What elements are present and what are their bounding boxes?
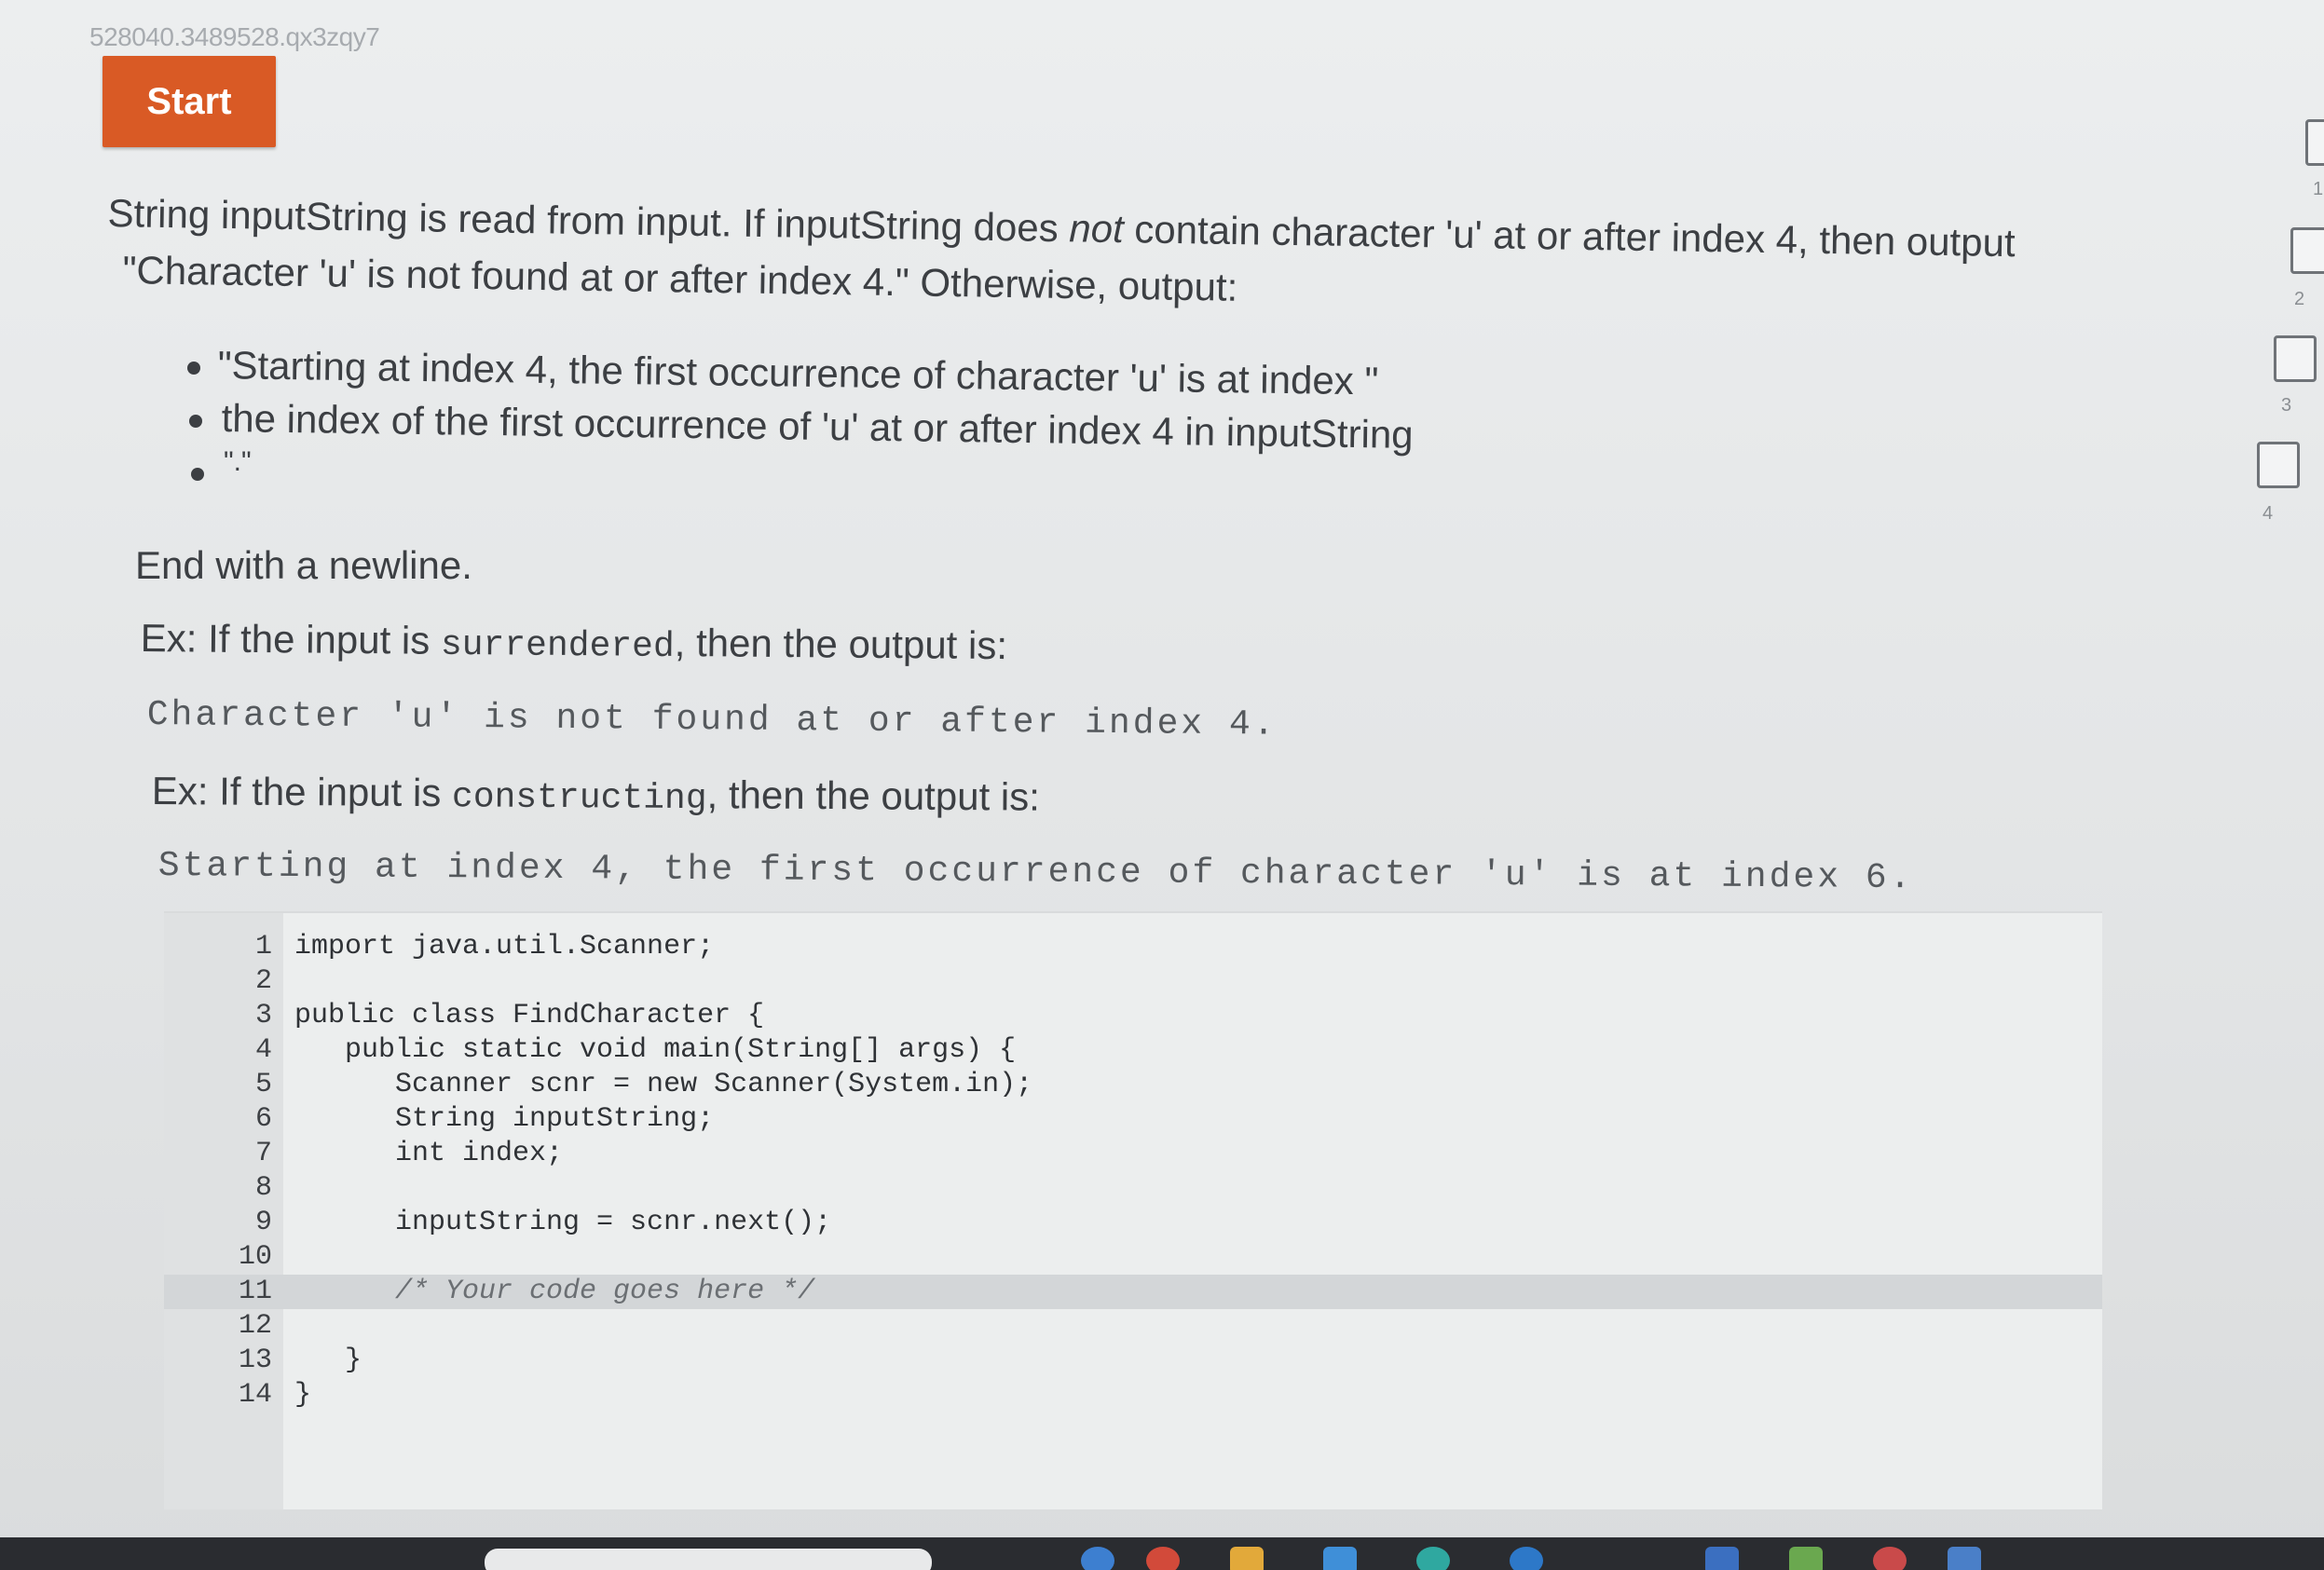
example-input: surrendered: [440, 624, 675, 667]
progress-level-box[interactable]: [2257, 442, 2300, 488]
line-number: 12: [238, 1310, 272, 1342]
line-code-comment[interactable]: /* Your code goes here */: [294, 1275, 814, 1309]
line-number: 9: [254, 1207, 272, 1238]
line-number: 6: [254, 1103, 272, 1135]
code-line[interactable]: 14 }: [164, 1378, 2102, 1413]
line-code[interactable]: inputString = scnr.next();: [294, 1206, 831, 1240]
example-text: , then the output is:: [706, 772, 1041, 819]
line-number: 2: [254, 965, 272, 997]
mail-icon[interactable]: [1081, 1547, 1114, 1570]
app-icon[interactable]: [1789, 1547, 1823, 1570]
line-code[interactable]: public class FindCharacter {: [294, 999, 764, 1033]
bullet-item: ".": [224, 446, 252, 477]
example-input: constructing: [451, 777, 707, 820]
prompt-text: String inputString is read from input. I…: [107, 190, 1070, 251]
progress-level-number: 1: [2313, 179, 2324, 199]
code-line[interactable]: 9 inputString = scnr.next();: [164, 1206, 2102, 1240]
code-line[interactable]: 13 }: [164, 1344, 2102, 1378]
line-number: 11: [238, 1276, 272, 1307]
app-icon[interactable]: [1146, 1547, 1180, 1570]
line-code[interactable]: Scanner scnr = new Scanner(System.in);: [294, 1068, 1032, 1102]
app-icon[interactable]: [1705, 1547, 1739, 1570]
code-line[interactable]: 12: [164, 1309, 2102, 1344]
line-code[interactable]: public static void main(String[] args) {: [294, 1033, 1016, 1068]
line-number: 10: [238, 1241, 272, 1273]
code-line[interactable]: 1 import java.util.Scanner;: [164, 930, 2102, 964]
start-button[interactable]: Start: [103, 56, 276, 147]
progress-level-number: 2: [2294, 289, 2305, 309]
code-line[interactable]: 2: [164, 964, 2102, 999]
progress-level-box[interactable]: [2305, 119, 2324, 166]
chrome-icon[interactable]: [1873, 1547, 1907, 1570]
end-note: End with a newline.: [135, 543, 472, 587]
calendar-icon[interactable]: [1948, 1547, 1981, 1570]
browser-icon[interactable]: [1510, 1547, 1543, 1570]
edge-icon[interactable]: [1416, 1547, 1450, 1570]
code-line[interactable]: 7 int index;: [164, 1137, 2102, 1171]
line-number: 14: [238, 1379, 272, 1411]
code-line[interactable]: 8: [164, 1171, 2102, 1206]
example-1-output: Character 'u' is not found at or after i…: [146, 695, 1278, 745]
line-code[interactable]: }: [294, 1344, 362, 1378]
progress-level-number: 3: [2281, 395, 2292, 416]
progress-level-number: 4: [2262, 503, 2274, 524]
prompt-text: contain character 'u' at or after index …: [1123, 207, 2016, 266]
prompt-emphasis: not: [1068, 206, 1125, 252]
example-1-description: Ex: If the input is surrendered, then th…: [141, 615, 1008, 672]
zybooks-challenge-page: 528040.3489528.qx3zqy7 Start String inpu…: [0, 0, 2324, 1570]
line-code[interactable]: }: [294, 1378, 311, 1413]
code-line[interactable]: 4 public static void main(String[] args)…: [164, 1033, 2102, 1068]
bullet-marker: [189, 415, 202, 428]
example-text: , then the output is:: [674, 621, 1008, 668]
prompt-line-2: "Character 'u' is not found at or after …: [122, 247, 1238, 309]
line-number: 1: [254, 931, 272, 962]
line-code[interactable]: String inputString;: [294, 1102, 714, 1137]
line-number: 4: [254, 1034, 272, 1066]
line-code[interactable]: import java.util.Scanner;: [294, 930, 714, 964]
line-number: 3: [254, 1000, 272, 1031]
code-editor[interactable]: 1 import java.util.Scanner; 2 3 public c…: [164, 911, 2102, 1509]
progress-level-box[interactable]: [2290, 227, 2324, 274]
code-line[interactable]: 10: [164, 1240, 2102, 1275]
example-text: Ex: If the input is: [151, 769, 453, 815]
line-number: 5: [254, 1069, 272, 1100]
progress-level-box[interactable]: [2274, 335, 2317, 382]
bullet-item: "Starting at index 4, the first occurren…: [217, 342, 1379, 403]
code-line[interactable]: 3 public class FindCharacter {: [164, 999, 2102, 1033]
taskbar-search-box[interactable]: [485, 1549, 932, 1570]
line-code[interactable]: int index;: [294, 1137, 563, 1171]
example-2-description: Ex: If the input is constructing, then t…: [152, 768, 1040, 823]
folder-icon[interactable]: [1230, 1547, 1264, 1570]
store-icon[interactable]: [1323, 1547, 1357, 1570]
code-line[interactable]: 5 Scanner scnr = new Scanner(System.in);: [164, 1068, 2102, 1102]
example-2-output: Starting at index 4, the first occurrenc…: [157, 846, 1914, 899]
line-number: 7: [254, 1138, 272, 1169]
bullet-item: the index of the first occurrence of 'u'…: [221, 395, 1414, 457]
code-line[interactable]: 6 String inputString;: [164, 1102, 2102, 1137]
example-text: Ex: If the input is: [140, 615, 442, 662]
bullet-marker: [191, 468, 204, 481]
bullet-marker: [187, 362, 200, 375]
line-number: 13: [238, 1345, 272, 1376]
code-line-active[interactable]: 11 /* Your code goes here */: [164, 1275, 2102, 1309]
line-number: 8: [254, 1172, 272, 1204]
activity-id: 528040.3489528.qx3zqy7: [89, 22, 380, 51]
